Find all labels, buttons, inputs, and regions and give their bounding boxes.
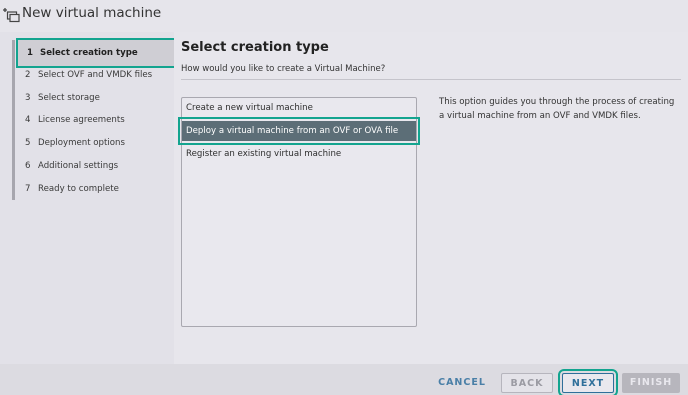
step-select-storage[interactable]: 3 Select storage [16, 87, 174, 110]
step-select-ovf-vmdk-files[interactable]: 2 Select OVF and VMDK files [16, 64, 174, 87]
step-number: 4 [25, 115, 31, 125]
step-select-creation-type[interactable]: 1 Select creation type [16, 38, 178, 68]
step-number: 5 [25, 138, 31, 148]
step-label: Select creation type [40, 48, 138, 58]
step-label: Deployment options [38, 138, 125, 148]
steps-rail [12, 40, 15, 200]
step-ready-to-complete[interactable]: 7 Ready to complete [16, 178, 174, 201]
option-create-new-vm[interactable]: Create a new virtual machine [182, 98, 416, 118]
option-description: This option guides you through the proce… [439, 97, 675, 121]
next-button[interactable]: NEXT [558, 369, 618, 395]
divider [181, 79, 681, 80]
page-title: Select creation type [181, 40, 329, 55]
step-number: 3 [25, 93, 31, 103]
page-subtitle: How would you like to create a Virtual M… [181, 64, 386, 74]
cancel-button[interactable]: CANCEL [432, 373, 492, 393]
wizard-steps-sidebar: 1 Select creation type 2 Select OVF and … [0, 32, 178, 364]
wizard-footer: CANCEL BACK NEXT FINISH [0, 364, 688, 395]
step-additional-settings[interactable]: 6 Additional settings [16, 155, 174, 178]
step-number: 1 [27, 48, 33, 58]
creation-type-list[interactable]: Create a new virtual machine Deploy a vi… [178, 97, 420, 327]
step-label: License agreements [38, 115, 125, 125]
step-label: Select storage [38, 93, 100, 103]
step-number: 6 [25, 161, 31, 171]
finish-button[interactable]: FINISH [622, 373, 680, 393]
step-number: 7 [25, 184, 31, 194]
step-label: Additional settings [38, 161, 119, 171]
step-label: Ready to complete [38, 184, 119, 194]
back-button[interactable]: BACK [501, 373, 553, 393]
step-deployment-options[interactable]: 5 Deployment options [16, 132, 174, 155]
new-vm-icon [3, 8, 20, 23]
step-number: 2 [25, 70, 31, 80]
main-panel: Select creation type How would you like … [174, 32, 688, 364]
window-title: New virtual machine [22, 5, 162, 21]
option-register-existing-vm[interactable]: Register an existing virtual machine [182, 144, 416, 164]
step-label: Select OVF and VMDK files [38, 70, 153, 80]
option-deploy-from-ovf-ova[interactable]: Deploy a virtual machine from an OVF or … [178, 117, 420, 145]
title-bar: New virtual machine [0, 0, 688, 32]
step-license-agreements[interactable]: 4 License agreements [16, 109, 174, 132]
